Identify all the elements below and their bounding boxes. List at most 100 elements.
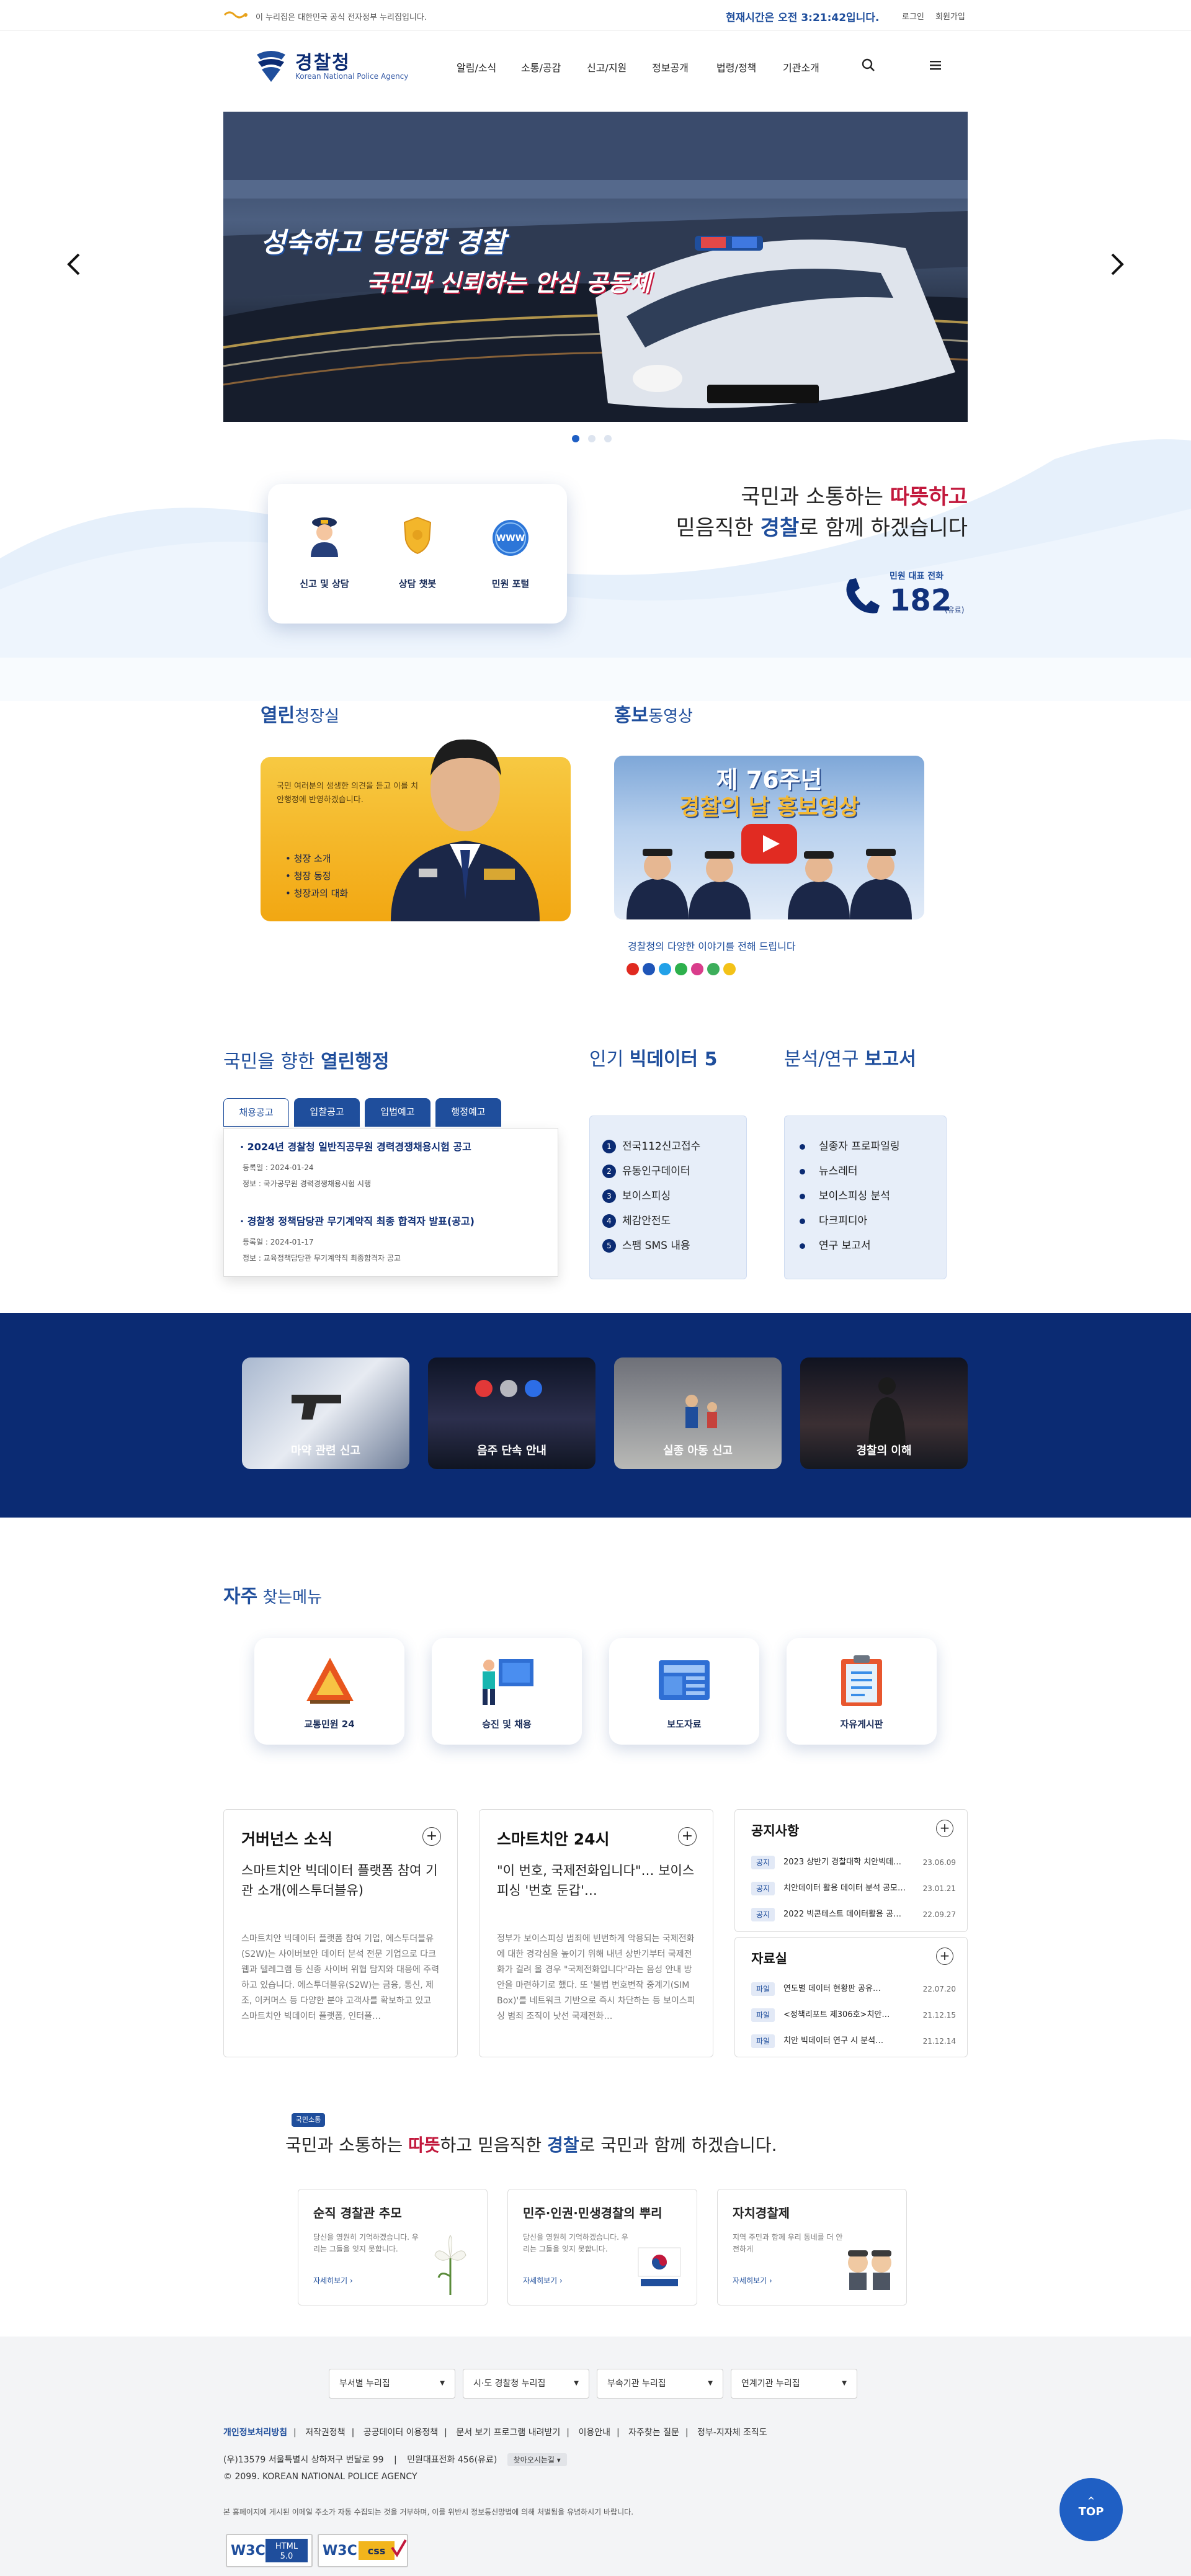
notice-row-3[interactable]: 공지 2022 빅콘테스트 데이터활용 공모전… 22.09.27 bbox=[751, 1907, 956, 1923]
bigdata-item-4[interactable]: 4 체감안전도 bbox=[602, 1212, 671, 1228]
notice-1-title[interactable]: · 2024년 경찰청 일반직공무원 경력경쟁채용시험 공고 bbox=[240, 1138, 471, 1153]
select-related-sites[interactable]: 연계기관 누리집 ▼ bbox=[731, 2369, 857, 2399]
smart-policing-card[interactable]: 스마트치안 24시 + "이 번호, 국제전화입니다"… 보이스피싱 '번호 둔… bbox=[479, 1809, 713, 2057]
menu-icon[interactable] bbox=[925, 55, 946, 76]
footer-directions-button[interactable]: 찾아오시는길 ▾ bbox=[507, 2453, 567, 2466]
governance-more-button[interactable]: + bbox=[422, 1827, 441, 1846]
tab-bid[interactable]: 입찰공고 bbox=[294, 1098, 360, 1127]
footer-link-viewer[interactable]: 문서 보기 프로그램 내려받기 bbox=[456, 2428, 560, 2438]
tab-legislation[interactable]: 입법예고 bbox=[365, 1098, 430, 1127]
chief-section-title[interactable]: 열린청장실 bbox=[261, 700, 339, 727]
tab-admin-notice[interactable]: 행정예고 bbox=[435, 1098, 501, 1127]
notice-row-1[interactable]: 공지 2023 상반기 경찰대학 치안빅데이터… 23.06.09 bbox=[751, 1854, 956, 1871]
nav-communication[interactable]: 소통/공감 bbox=[521, 60, 561, 74]
band-card-drug[interactable]: 마약 관련 신고 bbox=[242, 1357, 409, 1469]
campaign-card-memorial[interactable]: 순직 경찰관 추모 당신을 영원히 기억하겠습니다. 우리는 그들을 잊지 못합… bbox=[298, 2189, 488, 2305]
nav-law-policy[interactable]: 법령/정책 bbox=[716, 60, 756, 74]
bigdata-item-1[interactable]: 1 전국112신고접수 bbox=[602, 1137, 700, 1153]
frequent-board[interactable]: 자유게시판 bbox=[787, 1638, 937, 1745]
notice-2-title[interactable]: · 경찰청 정책담당관 무기계약직 최종 합격자 발표(공고) bbox=[240, 1213, 475, 1228]
police-silhouette-icon bbox=[868, 1377, 906, 1451]
report-item-3[interactable]: 보이스피싱 분석 bbox=[800, 1187, 890, 1202]
nav-about[interactable]: 기관소개 bbox=[783, 60, 819, 74]
service-portal[interactable]: WWW 민원 포털 bbox=[470, 484, 551, 624]
data-row-1[interactable]: 파일 연도별 데이터 현황판 공유… 22.07.20 bbox=[751, 1981, 956, 1997]
hero-slide[interactable]: 성숙하고 당당한 경찰 국민과 신뢰하는 안심 공동체 bbox=[223, 112, 968, 422]
select-affiliate-sites[interactable]: 부속기관 누리집 ▼ bbox=[597, 2369, 723, 2399]
kakao-story-icon[interactable] bbox=[707, 963, 720, 975]
blog-icon[interactable] bbox=[675, 963, 687, 975]
band-card-understand[interactable]: 경찰의 이해 bbox=[800, 1357, 968, 1469]
data-row-3-date: 21.12.14 bbox=[922, 2037, 956, 2046]
footer-link-org[interactable]: 정부-지자체 조직도 bbox=[697, 2428, 767, 2438]
service-report[interactable]: 신고 및 상담 bbox=[284, 484, 365, 624]
bigdata-item-2[interactable]: 2 유동인구데이터 bbox=[602, 1162, 690, 1178]
data-row-3[interactable]: 파일 치안 빅데이터 연구 시 분석… 21.12.14 bbox=[751, 2033, 956, 2049]
chief-link-intro[interactable]: • 청장 소개 bbox=[285, 850, 348, 867]
bigdata-title-bold: 빅데이터 5 bbox=[629, 1049, 718, 1070]
footer-link-privacy[interactable]: 개인정보처리방침 bbox=[223, 2428, 287, 2438]
data-row-2[interactable]: 파일 <정책리포트 제306호>치안… 21.12.15 bbox=[751, 2007, 956, 2023]
twitter-icon[interactable] bbox=[659, 963, 671, 975]
local-police-more-link[interactable]: 자세히보기 › bbox=[733, 2275, 772, 2286]
bigdata-item-5[interactable]: 5 스팸 SMS 내용 bbox=[602, 1237, 690, 1253]
video-section-title[interactable]: 홍보동영상 bbox=[614, 700, 693, 727]
chief-link-talk[interactable]: • 청장과의 대화 bbox=[285, 885, 348, 902]
pr-video-player[interactable]: 제 76주년 경찰의 날 홍보영상 bbox=[614, 756, 924, 919]
instagram-icon[interactable] bbox=[691, 963, 703, 975]
phone-number[interactable]: 182 bbox=[890, 583, 952, 618]
report-item-4[interactable]: 다크피디아 bbox=[800, 1212, 867, 1227]
report-item-1[interactable]: 실종자 프로파일링 bbox=[800, 1137, 900, 1153]
memorial-more-link[interactable]: 자세히보기 › bbox=[313, 2275, 353, 2286]
scroll-top-button[interactable]: ^ TOP bbox=[1059, 2478, 1123, 2541]
play-icon[interactable] bbox=[741, 824, 797, 864]
youtube-icon[interactable] bbox=[627, 963, 639, 975]
nav-report[interactable]: 신고/지원 bbox=[587, 60, 627, 74]
w3c-css-logo-icon: W3C css bbox=[323, 2539, 407, 2560]
smart-more-button[interactable]: + bbox=[678, 1827, 697, 1846]
login-link[interactable]: 로그인 bbox=[902, 10, 924, 22]
chief-link-talk-label: 청장과의 대화 bbox=[293, 888, 349, 899]
search-icon[interactable] bbox=[858, 55, 879, 76]
site-logo-title[interactable]: 경찰청 bbox=[295, 47, 350, 74]
hero-prev-button[interactable] bbox=[62, 251, 87, 282]
hero-next-button[interactable] bbox=[1104, 251, 1129, 282]
report-item-5[interactable]: 연구 보고서 bbox=[800, 1237, 871, 1252]
facebook-icon[interactable] bbox=[643, 963, 655, 975]
frequent-promotion[interactable]: 승진 및 채용 bbox=[432, 1638, 582, 1745]
w3c-html-badge[interactable]: W3C HTML 5.0 bbox=[226, 2534, 313, 2567]
band-card-missing[interactable]: 실종 아동 신고 bbox=[614, 1357, 782, 1469]
kakao-icon[interactable] bbox=[723, 963, 736, 975]
footer-link-copyright[interactable]: 저작권정책 bbox=[305, 2428, 345, 2438]
roots-more-link[interactable]: 자세히보기 › bbox=[523, 2275, 563, 2286]
frequent-traffic[interactable]: 교통민원 24 bbox=[254, 1638, 404, 1745]
campaign-card-local-police[interactable]: 자치경찰제 지역 주민과 함께 우리 동네를 더 안전하게 자세히보기 › bbox=[717, 2189, 907, 2305]
frequent-press[interactable]: 보도자료 bbox=[609, 1638, 759, 1745]
tab-recruit[interactable]: 채용공고 bbox=[223, 1098, 289, 1127]
select-regional-sites[interactable]: 시·도 경찰청 누리집 ▼ bbox=[463, 2369, 589, 2399]
chief-link-news[interactable]: • 청장 동정 bbox=[285, 867, 348, 885]
notice-board-more-button[interactable]: + bbox=[936, 1820, 953, 1837]
police-logo-icon[interactable] bbox=[253, 48, 289, 83]
bigdata-item-3[interactable]: 3 보이스피싱 bbox=[602, 1187, 671, 1203]
report-item-2[interactable]: 뉴스레터 bbox=[800, 1162, 858, 1178]
footer-link-opendata[interactable]: 공공데이터 이용정책 bbox=[364, 2428, 438, 2438]
nav-open-info[interactable]: 정보공개 bbox=[652, 60, 689, 74]
w3c-css-badge[interactable]: W3C css bbox=[318, 2534, 408, 2567]
governance-card[interactable]: 거버넌스 소식 + 스마트치안 빅데이터 플랫폼 참여 기관 소개(에스투더블유… bbox=[223, 1809, 458, 2057]
smart-subtitle[interactable]: "이 번호, 국제전화입니다"… 보이스피싱 '번호 둔갑'… bbox=[497, 1861, 695, 1900]
footer-link-guide[interactable]: 이용안내 bbox=[578, 2428, 610, 2438]
footer-link-faq[interactable]: 자주찾는 질문 bbox=[628, 2428, 679, 2438]
campaign-card-roots[interactable]: 민주·인권·민생경찰의 뿌리 당신을 영원히 기억하겠습니다. 우리는 그들을 … bbox=[507, 2189, 697, 2305]
governance-subtitle[interactable]: 스마트치안 빅데이터 플랫폼 참여 기관 소개(에스투더블유) bbox=[241, 1861, 440, 1900]
notice-row-1-date: 23.06.09 bbox=[922, 1858, 956, 1867]
newspaper-icon bbox=[659, 1660, 710, 1700]
data-room-more-button[interactable]: + bbox=[936, 1948, 953, 1965]
nav-notice[interactable]: 알림/소식 bbox=[457, 60, 496, 74]
notice-row-2[interactable]: 공지 치안데이터 활용 데이터 분석 공모전… 23.01.21 bbox=[751, 1881, 956, 1897]
service-chatbot[interactable]: 상담 챗봇 bbox=[377, 484, 458, 624]
site-logo-subtitle: Korean National Police Agency bbox=[295, 72, 409, 81]
select-dept-sites[interactable]: 부서별 누리집 ▼ bbox=[329, 2369, 455, 2399]
band-card-drunk[interactable]: 음주 단속 안내 bbox=[428, 1357, 596, 1469]
signup-link[interactable]: 회원가입 bbox=[935, 10, 965, 22]
